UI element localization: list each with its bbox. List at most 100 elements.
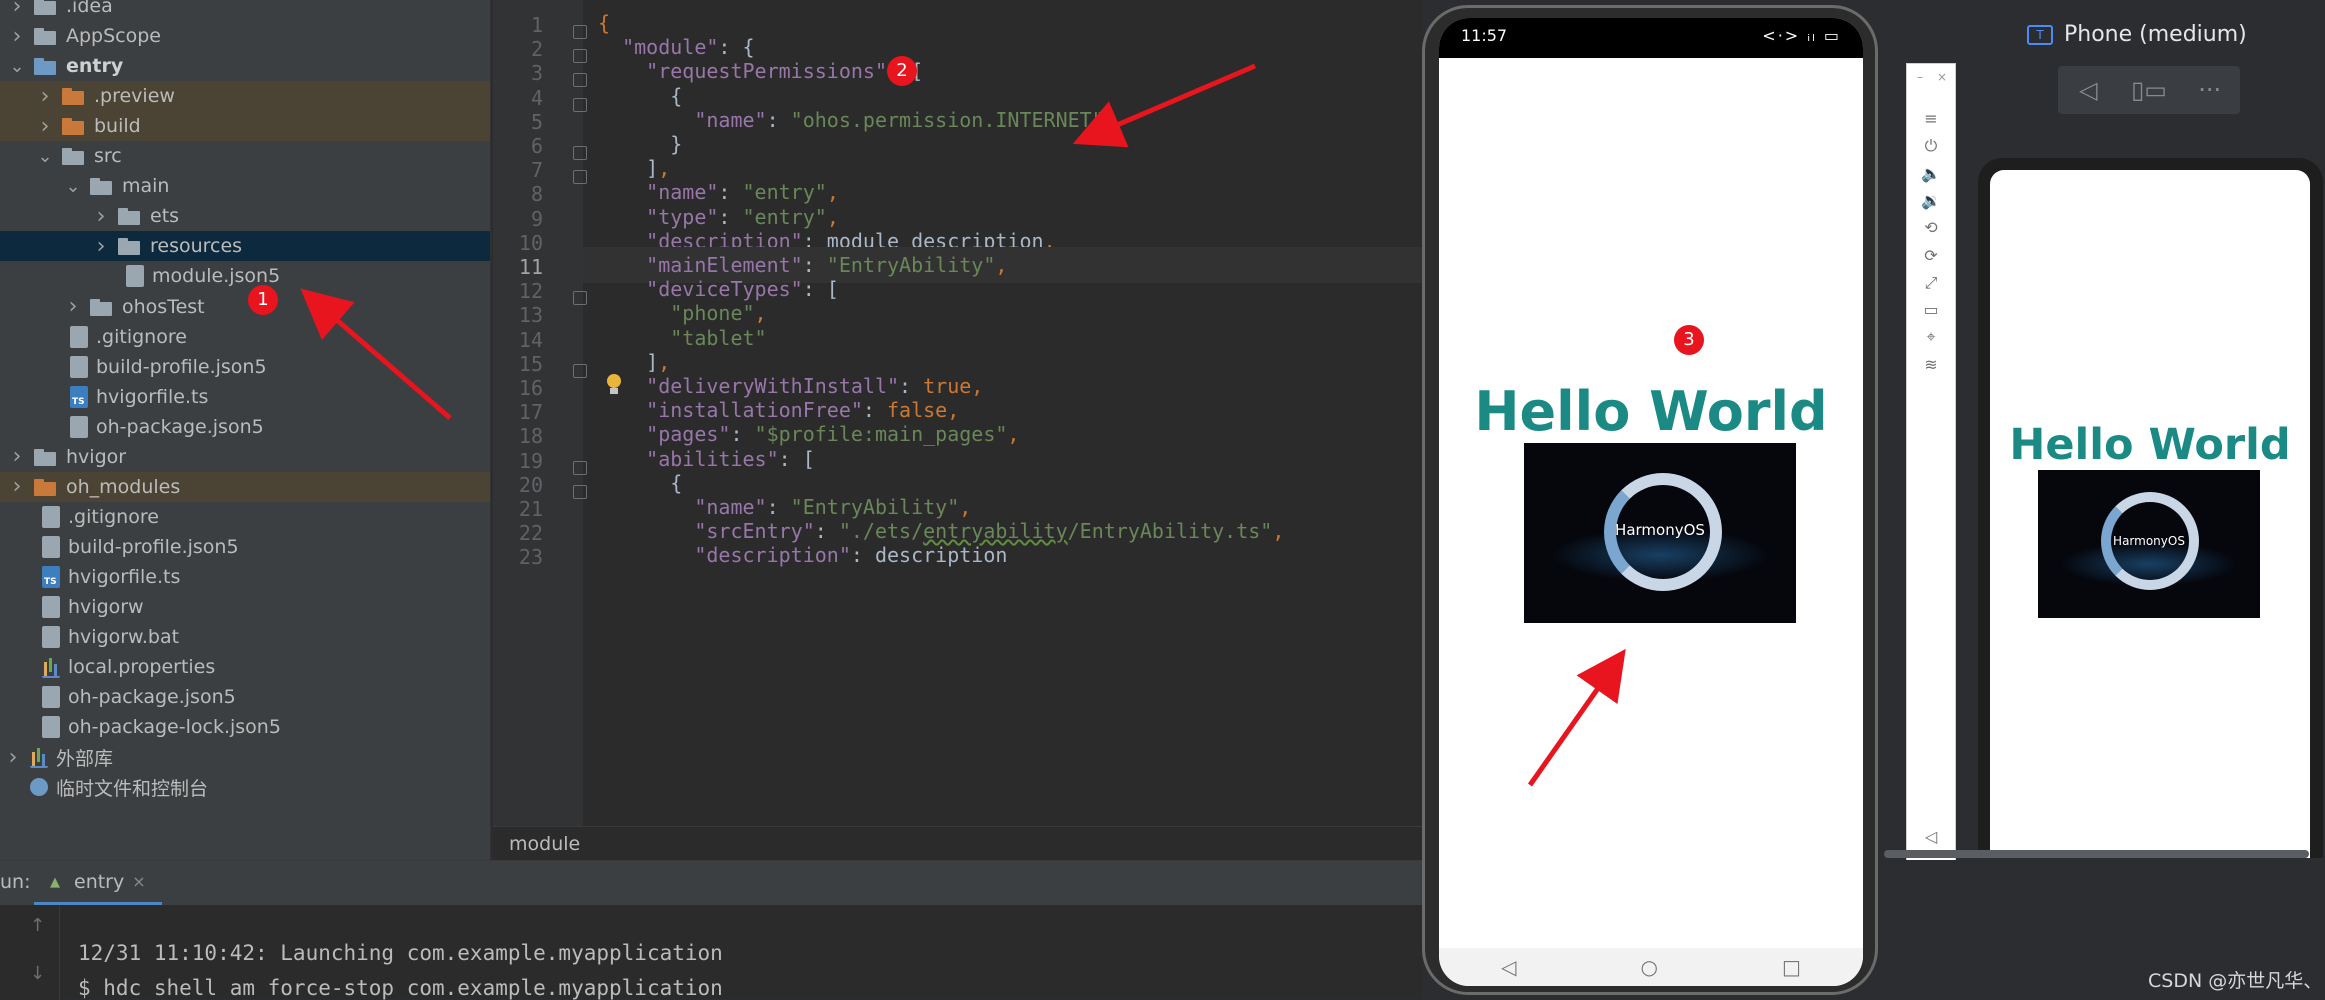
- chevron-right-icon[interactable]: ›: [92, 231, 110, 261]
- tree-item[interactable]: hvigorw.bat: [0, 622, 490, 652]
- nav-recent-icon[interactable]: □: [1782, 955, 1801, 979]
- previewer-devices-icon[interactable]: ▯▭: [2119, 66, 2180, 114]
- tree-item[interactable]: › .idea: [0, 0, 490, 21]
- chevron-right-icon[interactable]: ›: [4, 742, 22, 772]
- battery-icon[interactable]: ▭: [1907, 295, 1955, 325]
- tree-item[interactable]: ⌄ main: [0, 171, 490, 201]
- tree-item[interactable]: ⌄ src: [0, 141, 490, 171]
- tree-item[interactable]: local.properties: [0, 652, 490, 682]
- line-number: 8: [530, 182, 543, 207]
- fold-marker-icon[interactable]: [573, 146, 587, 160]
- tree-item[interactable]: ⌄ entry: [0, 51, 490, 81]
- close-tab-icon[interactable]: ×: [132, 872, 145, 891]
- chevron-down-icon[interactable]: ⌄: [36, 141, 54, 171]
- code-line[interactable]: "description": description: [598, 537, 1007, 573]
- volume-down-icon[interactable]: 🔉: [1907, 186, 1955, 216]
- tree-item[interactable]: oh-package-lock.json5: [0, 712, 490, 742]
- run-tab-label: entry: [74, 870, 125, 893]
- previewer-more-icon[interactable]: ···: [2179, 66, 2240, 114]
- fold-marker-icon[interactable]: [573, 97, 587, 112]
- chevron-right-icon[interactable]: ›: [36, 81, 54, 111]
- tree-item[interactable]: › .preview: [0, 81, 490, 112]
- tree-item-label: src: [94, 145, 122, 168]
- fold-marker-icon[interactable]: [573, 363, 587, 378]
- fold-marker-icon[interactable]: [573, 291, 587, 306]
- emu-back-icon[interactable]: ◁: [1907, 822, 1955, 852]
- lightbulb-icon[interactable]: [605, 374, 623, 396]
- chevron-down-icon[interactable]: ⌄: [8, 51, 26, 81]
- tree-item[interactable]: .gitignore: [0, 502, 490, 532]
- tree-item[interactable]: › build: [0, 111, 490, 142]
- tree-item[interactable]: .gitignore: [0, 322, 490, 352]
- line-number: 23: [518, 545, 543, 570]
- fold-icon[interactable]: ⤢: [1907, 268, 1955, 298]
- folder-icon: [34, 57, 58, 76]
- tree-item[interactable]: › oh_modules: [0, 471, 490, 502]
- fold-marker-icon[interactable]: [573, 73, 587, 88]
- folder-icon: [118, 237, 142, 256]
- editor-breadcrumb[interactable]: module: [493, 826, 1423, 860]
- scroll-down-icon[interactable]: ↓: [30, 963, 45, 984]
- volume-up-icon[interactable]: 🔈: [1907, 159, 1955, 189]
- tree-item[interactable]: build-profile.json5: [0, 352, 490, 382]
- fold-marker-icon[interactable]: [573, 460, 587, 475]
- tree-item[interactable]: › AppScope: [0, 21, 490, 51]
- previewer-screen[interactable]: Hello World HarmonyOS: [1990, 170, 2310, 858]
- rotate-right-icon[interactable]: ⟳: [1907, 241, 1955, 271]
- previewer-back-icon[interactable]: ◁: [2058, 66, 2119, 114]
- rotate-left-icon[interactable]: ⟲: [1907, 213, 1955, 243]
- tree-item[interactable]: › hvigor: [0, 442, 490, 472]
- phone-screen[interactable]: 11:57 <·> ᵢₗ ▭ Hello World HarmonyOS ◁ ○…: [1439, 18, 1863, 986]
- chevron-right-icon[interactable]: ›: [92, 201, 110, 231]
- tree-item[interactable]: › 外部库: [0, 742, 490, 772]
- chevron-right-icon[interactable]: ›: [64, 292, 82, 322]
- chevron-right-icon[interactable]: ›: [8, 0, 26, 21]
- nav-back-icon[interactable]: ◁: [1501, 955, 1516, 979]
- power-icon[interactable]: ⏻: [1907, 131, 1955, 161]
- tree-item[interactable]: oh-package.json5: [0, 412, 490, 442]
- close-icon[interactable]: ×: [1937, 70, 1947, 84]
- chevron-right-icon[interactable]: ›: [8, 472, 26, 502]
- library-icon: [30, 746, 48, 769]
- tree-item[interactable]: hvigorw: [0, 592, 490, 622]
- tree-item[interactable]: module.json5: [0, 261, 490, 291]
- fold-marker-icon[interactable]: [573, 49, 587, 64]
- line-number: 3: [530, 61, 543, 86]
- fold-marker-icon[interactable]: [573, 25, 587, 39]
- nav-home-icon[interactable]: ○: [1641, 955, 1658, 979]
- tree-item[interactable]: build-profile.json5: [0, 532, 490, 562]
- chevron-right-icon[interactable]: ›: [36, 111, 54, 141]
- previewer-device-icon: T: [2027, 25, 2053, 45]
- line-number: 21: [518, 497, 543, 521]
- previewer-horizontal-scrollbar[interactable]: [1884, 850, 2309, 858]
- fold-marker-icon[interactable]: [573, 484, 587, 499]
- tree-item[interactable]: hvigorfile.ts: [0, 562, 490, 592]
- menu-icon[interactable]: ≡: [1907, 104, 1955, 134]
- tree-item-label: hvigorw: [68, 596, 144, 618]
- tree-item[interactable]: › ohosTest: [0, 292, 490, 322]
- network-icon[interactable]: ≋: [1907, 350, 1955, 380]
- line-number: 2: [530, 37, 543, 62]
- line-number: 6: [530, 134, 543, 158]
- line-number: 22: [518, 521, 543, 546]
- tree-item[interactable]: oh-package.json5: [0, 682, 490, 712]
- tree-item[interactable]: hvigorfile.ts: [0, 382, 490, 412]
- run-tab-entry[interactable]: ▲ entry ×: [34, 861, 162, 905]
- code-editor[interactable]: 1 2 3 4 5 6 7 8 9 10 11 12 13 14 15 16 17 18 19 20 21 22 23 { …: [493, 0, 1423, 860]
- fold-marker-icon[interactable]: [573, 170, 587, 185]
- tree-item[interactable]: › resources: [0, 231, 490, 262]
- previewer-phone-frame: Hello World HarmonyOS: [1978, 158, 2323, 858]
- tree-item-label: build: [94, 115, 141, 138]
- line-number: 10: [518, 230, 543, 255]
- chevron-down-icon[interactable]: ⌄: [64, 171, 82, 201]
- tree-item-label: .gitignore: [96, 325, 187, 348]
- tree-item[interactable]: › ets: [0, 201, 490, 231]
- scroll-up-icon[interactable]: ↑: [30, 915, 45, 936]
- previewer-title[interactable]: Phone (medium): [2064, 22, 2247, 47]
- minimize-icon[interactable]: –: [1917, 70, 1923, 84]
- chevron-right-icon[interactable]: ›: [8, 442, 26, 472]
- chevron-right-icon[interactable]: ›: [8, 21, 26, 51]
- location-icon[interactable]: ⌖: [1907, 322, 1955, 352]
- tree-item[interactable]: 临时文件和控制台: [0, 772, 490, 802]
